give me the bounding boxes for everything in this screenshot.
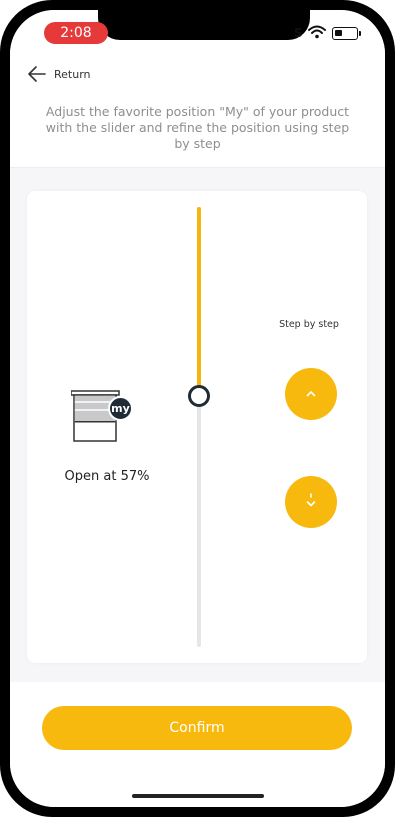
instructions-text: Adjust the favorite position "My" of you… bbox=[45, 104, 350, 151]
wifi-icon bbox=[308, 25, 326, 39]
position-slider-fill bbox=[197, 207, 201, 397]
chevron-up-icon bbox=[306, 391, 316, 397]
screen: Return Adjust the favorite position "My"… bbox=[10, 10, 385, 807]
step-up-button[interactable] bbox=[285, 368, 337, 420]
return-label: Return bbox=[54, 67, 91, 81]
confirm-button[interactable]: Confirm bbox=[42, 706, 352, 750]
status-time: 2:08 bbox=[44, 22, 108, 44]
notch bbox=[98, 10, 310, 40]
position-card: my Open at 57% Step by step bbox=[27, 191, 367, 663]
my-badge-label: my bbox=[111, 402, 130, 415]
phone-frame: Return Adjust the favorite position "My"… bbox=[0, 0, 395, 817]
return-button[interactable]: Return bbox=[28, 66, 91, 82]
step-down-button[interactable] bbox=[285, 476, 337, 528]
my-badge: my bbox=[108, 396, 133, 421]
position-slider-thumb[interactable] bbox=[188, 385, 210, 408]
step-title: Step by step bbox=[279, 319, 339, 330]
carrier-label: S bbox=[294, 26, 303, 40]
home-indicator bbox=[132, 794, 264, 798]
position-slider-track[interactable] bbox=[197, 207, 201, 647]
battery-icon bbox=[332, 27, 361, 40]
product-illustration: my bbox=[70, 389, 135, 449]
chevron-down-icon bbox=[306, 493, 316, 507]
footer: Confirm bbox=[10, 682, 385, 807]
status-text: Open at 57% bbox=[64, 469, 150, 484]
arrow-left-icon bbox=[28, 66, 46, 82]
